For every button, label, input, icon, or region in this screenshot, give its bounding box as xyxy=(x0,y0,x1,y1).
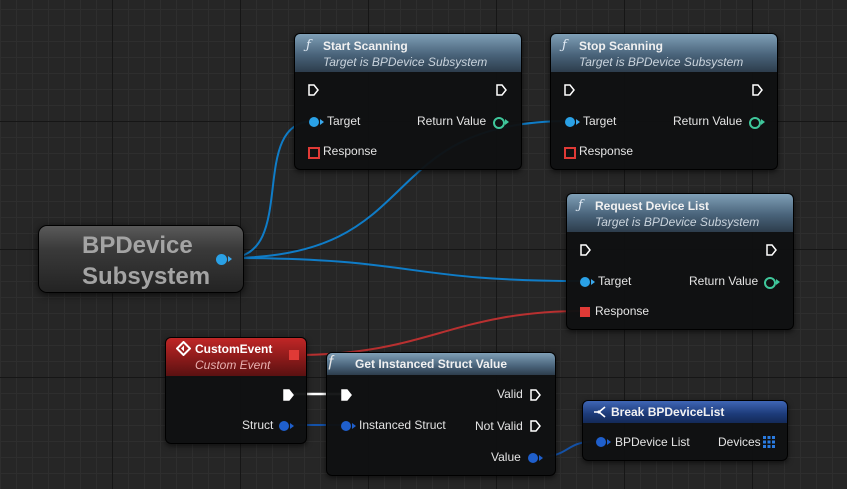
get-instanced-struct-value-node[interactable]: ƒ Get Instanced Struct Value Valid Insta… xyxy=(326,352,556,476)
request-device-list-node[interactable]: ƒ Request Device List Target is BPDevice… xyxy=(566,193,794,330)
instanced-struct-pin[interactable] xyxy=(341,421,351,431)
node-subtitle: Target is BPDevice Subsystem xyxy=(323,55,488,69)
return-value-arrow-icon xyxy=(505,119,509,125)
value-output-arrow-icon xyxy=(539,455,543,461)
array-grid-icon[interactable] xyxy=(763,436,775,448)
wire-subsystem-to-request-device-list xyxy=(227,257,585,282)
exec-out-pin-icon[interactable] xyxy=(766,244,777,256)
target-pin-arrow-icon xyxy=(320,119,324,125)
exec-in-pin-icon[interactable] xyxy=(580,244,591,256)
not-valid-exec-out-pin-icon[interactable] xyxy=(530,420,541,432)
value-output-pin[interactable] xyxy=(528,453,538,463)
return-value-label: Return Value xyxy=(673,114,743,128)
start-scanning-header[interactable]: ƒ Start Scanning Target is BPDevice Subs… xyxy=(295,34,521,72)
event-diamond-icon xyxy=(176,341,191,356)
value-label: Value xyxy=(491,450,521,464)
node-title: Request Device List xyxy=(595,199,710,213)
return-value-pin[interactable] xyxy=(493,117,505,129)
response-label: Response xyxy=(323,144,378,158)
target-label: Target xyxy=(598,274,632,288)
response-label: Response xyxy=(595,304,650,318)
bpdevice-list-input-pin[interactable] xyxy=(596,437,606,447)
target-label: Target xyxy=(327,114,361,128)
node-title: Start Scanning xyxy=(323,39,408,53)
exec-out-pin-icon[interactable] xyxy=(283,389,294,401)
node-title: BPDevice Subsystem xyxy=(82,232,211,290)
instanced-struct-label: Instanced Struct xyxy=(359,418,446,432)
valid-label: Valid xyxy=(497,387,523,401)
node-title: Stop Scanning xyxy=(579,39,663,53)
function-icon: ƒ xyxy=(306,38,311,53)
custom-event-header[interactable]: CustomEvent Custom Event xyxy=(166,338,306,376)
request-device-list-header[interactable]: ƒ Request Device List Target is BPDevice… xyxy=(567,194,793,232)
target-pin[interactable] xyxy=(580,277,590,287)
target-pin-arrow-icon xyxy=(591,279,595,285)
node-subtitle: Target is BPDevice Subsystem xyxy=(579,55,744,69)
devices-label: Devices xyxy=(718,435,761,449)
bpdevice-subsystem-node[interactable]: BPDevice Subsystem xyxy=(38,225,244,293)
exec-in-pin-icon[interactable] xyxy=(341,389,352,401)
subsystem-output-pin[interactable] xyxy=(216,254,227,265)
target-label: Target xyxy=(583,114,617,128)
custom-event-node[interactable]: CustomEvent Custom Event Struct xyxy=(165,337,307,444)
function-icon: ƒ xyxy=(562,38,567,53)
stop-scanning-header[interactable]: ƒ Stop Scanning Target is BPDevice Subsy… xyxy=(551,34,777,72)
get-instanced-struct-value-header[interactable]: ƒ Get Instanced Struct Value xyxy=(327,353,555,375)
instanced-struct-arrow-icon xyxy=(352,423,356,429)
function-icon: ƒ xyxy=(327,353,336,370)
node-subtitle: Target is BPDevice Subsystem xyxy=(595,215,760,229)
break-struct-icon xyxy=(594,406,606,418)
break-bpdevicelist-header[interactable]: Break BPDeviceList xyxy=(583,401,787,423)
not-valid-label: Not Valid xyxy=(475,419,523,433)
node-subtitle: Custom Event xyxy=(195,358,271,372)
response-pin[interactable] xyxy=(564,147,576,159)
exec-out-pin-icon[interactable] xyxy=(752,84,763,96)
exec-in-pin-icon[interactable] xyxy=(308,84,319,96)
bpdevice-list-arrow-icon xyxy=(607,439,611,445)
return-value-label: Return Value xyxy=(417,114,487,128)
stop-scanning-node[interactable]: ƒ Stop Scanning Target is BPDevice Subsy… xyxy=(550,33,778,170)
struct-output-arrow-icon xyxy=(290,423,294,429)
target-pin[interactable] xyxy=(565,117,575,127)
response-pin[interactable] xyxy=(308,147,320,159)
event-delegate-pin[interactable] xyxy=(289,350,299,360)
break-bpdevicelist-node[interactable]: Break BPDeviceList BPDevice List Devices xyxy=(582,400,788,461)
bpdevice-list-label: BPDevice List xyxy=(615,435,690,449)
target-pin-arrow-icon xyxy=(576,119,580,125)
node-title: Get Instanced Struct Value xyxy=(355,357,508,371)
subsystem-output-arrow-icon xyxy=(228,256,232,262)
return-value-pin[interactable] xyxy=(764,277,776,289)
response-label: Response xyxy=(579,144,634,158)
node-title: CustomEvent xyxy=(195,342,273,356)
struct-label: Struct xyxy=(242,418,274,432)
target-pin[interactable] xyxy=(309,117,319,127)
valid-exec-out-pin-icon[interactable] xyxy=(530,389,541,401)
wire-event-delegate-to-response xyxy=(293,310,585,356)
node-title: Break BPDeviceList xyxy=(611,405,725,419)
return-value-arrow-icon xyxy=(776,279,780,285)
exec-in-pin-icon[interactable] xyxy=(564,84,575,96)
response-pin[interactable] xyxy=(580,307,590,317)
start-scanning-node[interactable]: ƒ Start Scanning Target is BPDevice Subs… xyxy=(294,33,522,170)
return-value-arrow-icon xyxy=(761,119,765,125)
return-value-pin[interactable] xyxy=(749,117,761,129)
struct-output-pin[interactable] xyxy=(279,421,289,431)
function-icon: ƒ xyxy=(578,198,583,213)
return-value-label: Return Value xyxy=(689,274,759,288)
exec-out-pin-icon[interactable] xyxy=(496,84,507,96)
